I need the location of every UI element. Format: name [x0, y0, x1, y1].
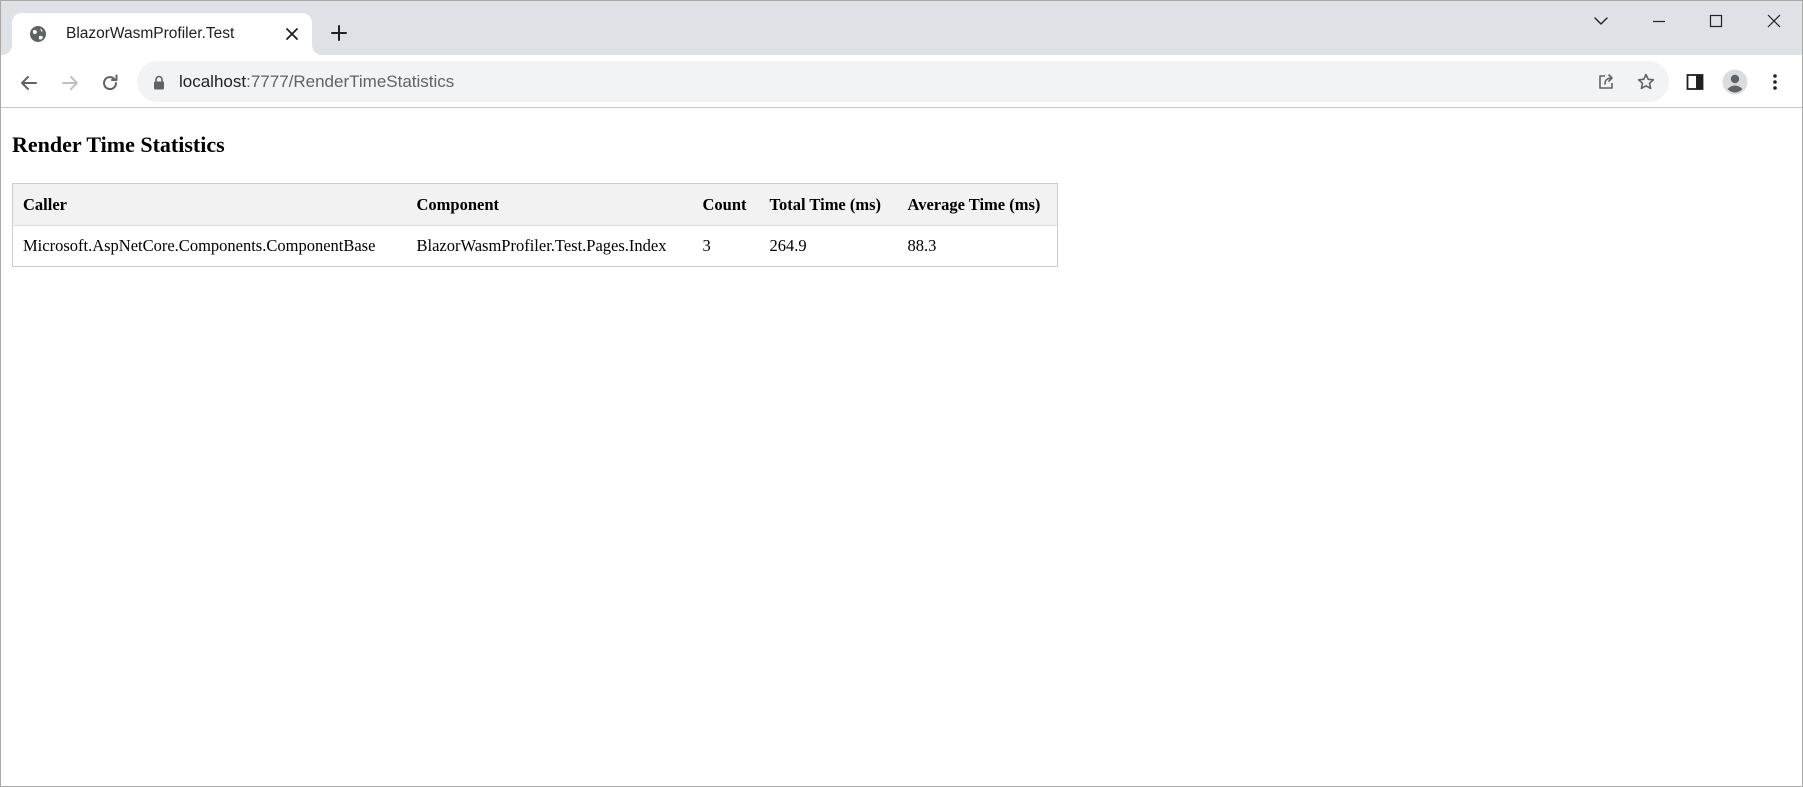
header-average-time: Average Time (ms) — [897, 183, 1058, 226]
profile-avatar-icon[interactable] — [1722, 69, 1748, 95]
globe-icon — [28, 24, 48, 44]
cell-average-time: 88.3 — [897, 225, 1058, 267]
more-menu-icon[interactable] — [1762, 69, 1788, 95]
new-tab-plus-icon[interactable] — [327, 21, 351, 45]
cell-caller: Microsoft.AspNetCore.Components.Componen… — [12, 225, 407, 267]
minimize-icon[interactable] — [1647, 9, 1671, 33]
table-row: Microsoft.AspNetCore.Components.Componen… — [12, 225, 1058, 267]
cell-total-time: 264.9 — [759, 225, 898, 267]
page-content: Render Time Statistics Caller Component … — [1, 109, 1802, 786]
maximize-icon[interactable] — [1704, 9, 1728, 33]
table-header-row: Caller Component Count Total Time (ms) A… — [12, 183, 1058, 226]
url-text[interactable]: localhost:7777/RenderTimeStatistics — [179, 72, 454, 92]
url-path: :7777/RenderTimeStatistics — [246, 72, 455, 91]
cell-component: BlazorWasmProfiler.Test.Pages.Index — [406, 225, 693, 267]
tab-search-chevron-down-icon[interactable] — [1589, 9, 1613, 33]
browser-tab[interactable]: BlazorWasmProfiler.Test — [12, 13, 312, 55]
browser-toolbar: localhost:7777/RenderTimeStatistics — [1, 55, 1802, 108]
render-time-statistics-table: Caller Component Count Total Time (ms) A… — [12, 183, 1058, 267]
back-arrow-icon[interactable] — [15, 69, 43, 97]
header-count: Count — [692, 183, 760, 226]
close-window-icon[interactable] — [1762, 9, 1786, 33]
tab-title: BlazorWasmProfiler.Test — [66, 25, 235, 42]
side-panel-icon[interactable] — [1682, 69, 1708, 95]
cell-count: 3 — [692, 225, 760, 267]
header-component: Component — [406, 183, 693, 226]
header-total-time: Total Time (ms) — [759, 183, 898, 226]
browser-window: BlazorWasmProfiler.Test localhost:7777/R… — [0, 0, 1803, 787]
share-icon[interactable] — [1595, 71, 1617, 93]
page-title: Render Time Statistics — [12, 132, 225, 157]
header-caller: Caller — [12, 183, 407, 226]
forward-arrow-icon[interactable] — [56, 69, 84, 97]
bookmark-star-icon[interactable] — [1635, 71, 1657, 93]
reload-icon[interactable] — [96, 69, 124, 97]
url-host: localhost — [179, 72, 247, 91]
tab-strip: BlazorWasmProfiler.Test — [1, 1, 1802, 55]
lock-icon[interactable] — [151, 73, 167, 91]
address-bar[interactable]: localhost:7777/RenderTimeStatistics — [137, 61, 1669, 102]
close-tab-icon[interactable] — [282, 24, 302, 44]
